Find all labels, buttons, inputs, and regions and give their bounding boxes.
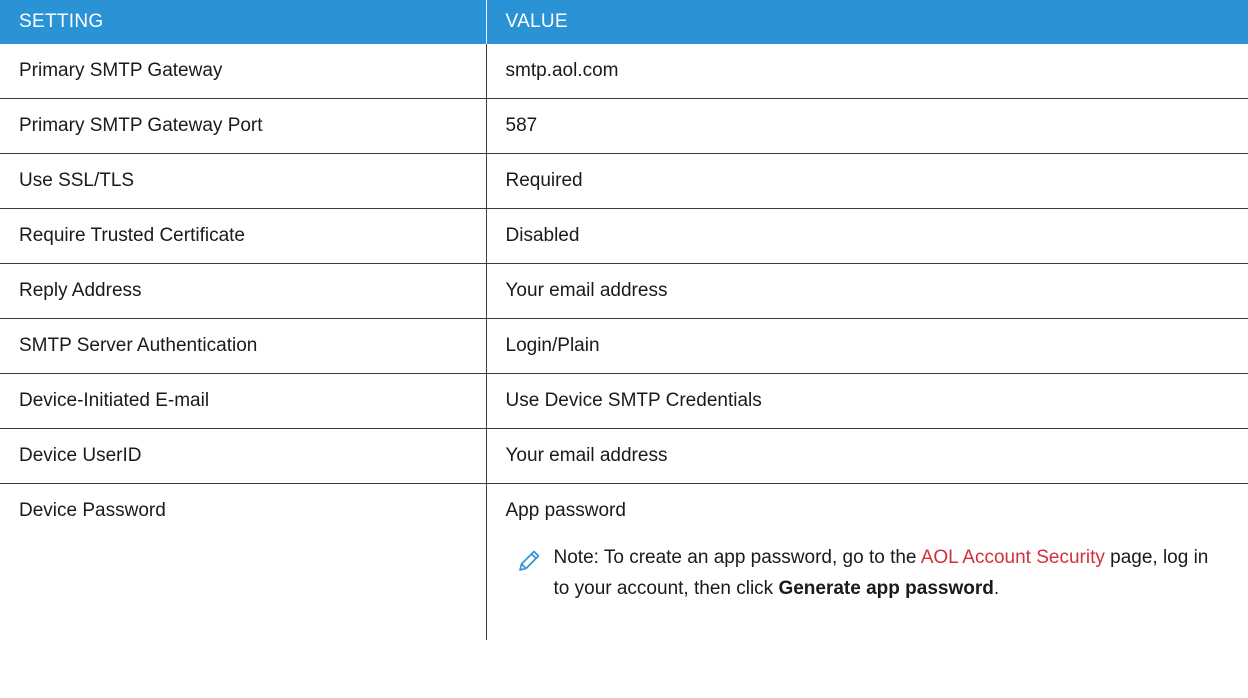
value-cell: Disabled bbox=[485, 208, 1248, 264]
table-row: Require Trusted Certificate Disabled bbox=[0, 208, 1248, 264]
note-block: Note: To create an app password, go to t… bbox=[506, 542, 1248, 604]
aol-account-security-link[interactable]: AOL Account Security bbox=[921, 547, 1105, 568]
value-cell: Use Device SMTP Credentials bbox=[485, 373, 1248, 429]
value-cell: App password Note: To create an app pass… bbox=[485, 483, 1248, 640]
table-row: Primary SMTP Gateway smtp.aol.com bbox=[0, 44, 1248, 99]
value-cell: Login/Plain bbox=[485, 318, 1248, 374]
note-suffix: . bbox=[993, 578, 1000, 599]
setting-cell: Primary SMTP Gateway Port bbox=[0, 98, 486, 154]
setting-cell: Require Trusted Certificate bbox=[0, 208, 486, 264]
pencil-icon bbox=[516, 548, 552, 604]
settings-table: SETTING VALUE Primary SMTP Gateway smtp.… bbox=[0, 0, 1248, 640]
value-cell: smtp.aol.com bbox=[485, 44, 1248, 99]
header-setting: SETTING bbox=[0, 0, 487, 44]
setting-cell: Device Password bbox=[0, 484, 486, 641]
value-cell: Your email address bbox=[485, 263, 1248, 319]
header-value: VALUE bbox=[486, 0, 1248, 44]
table-row: Device Password App password Note: To cr… bbox=[0, 483, 1248, 641]
table-row: Primary SMTP Gateway Port 587 bbox=[0, 98, 1248, 154]
setting-cell: Device-Initiated E-mail bbox=[0, 373, 486, 429]
value-cell: 587 bbox=[485, 98, 1248, 154]
value-cell: Required bbox=[485, 153, 1248, 209]
table-row: Device-Initiated E-mail Use Device SMTP … bbox=[0, 373, 1248, 429]
setting-text: Device Password bbox=[19, 500, 166, 521]
setting-cell: Use SSL/TLS bbox=[0, 153, 486, 209]
setting-cell: SMTP Server Authentication bbox=[0, 318, 486, 374]
table-row: Reply Address Your email address bbox=[0, 263, 1248, 319]
table-row: Device UserID Your email address bbox=[0, 428, 1248, 484]
value-cell: Your email address bbox=[485, 428, 1248, 484]
setting-cell: Device UserID bbox=[0, 428, 486, 484]
table-header-row: SETTING VALUE bbox=[0, 0, 1248, 44]
value-text: App password bbox=[505, 500, 626, 521]
generate-app-password-label: Generate app password bbox=[778, 578, 994, 599]
note-prefix: Note: To create an app password, go to t… bbox=[553, 547, 921, 568]
setting-cell: Reply Address bbox=[0, 263, 486, 319]
setting-cell: Primary SMTP Gateway bbox=[0, 44, 486, 99]
table-row: SMTP Server Authentication Login/Plain bbox=[0, 318, 1248, 374]
table-row: Use SSL/TLS Required bbox=[0, 153, 1248, 209]
note-text: Note: To create an app password, go to t… bbox=[554, 542, 1219, 604]
